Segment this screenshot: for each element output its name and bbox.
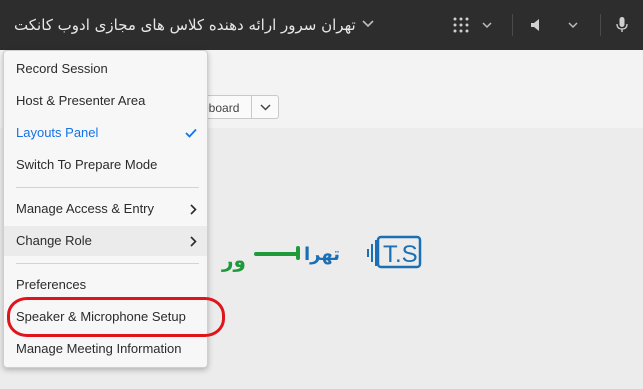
checkmark-icon (185, 118, 197, 148)
whiteboard-dropdown[interactable] (251, 95, 279, 119)
menu-item-manage-meeting-information[interactable]: Manage Meeting Information (4, 334, 207, 364)
menu-divider (16, 263, 199, 264)
speaker-icon[interactable] (528, 0, 546, 50)
meeting-header: تهران سرور ارائه دهنده کلاس های مجازی اد… (0, 0, 643, 50)
menu-item-host-presenter-area[interactable]: Host & Presenter Area (4, 86, 207, 116)
chevron-down-icon (259, 103, 271, 111)
svg-text:ور: ور (221, 248, 246, 272)
menu-item-label: Change Role (16, 233, 92, 248)
divider (600, 14, 601, 36)
menu-divider (16, 187, 199, 188)
menu-item-label: Preferences (16, 277, 87, 292)
logo-badge-text: T.S (383, 241, 418, 268)
chevron-right-icon (190, 194, 197, 224)
menu-item-label: Host & Presenter Area (16, 93, 146, 108)
grid-chevron-down-icon[interactable] (480, 0, 494, 50)
menu-item-label: Manage Access & Entry (16, 201, 155, 216)
menu-item-record-session[interactable]: Record Session (4, 54, 207, 84)
menu-item-label: Record Session (16, 61, 108, 76)
meeting-title[interactable]: تهران سرور ارائه دهنده کلاس های مجازی اد… (14, 0, 356, 50)
chevron-right-icon (190, 226, 197, 256)
microphone-icon[interactable] (614, 0, 630, 50)
grid-icon[interactable] (451, 0, 471, 50)
menu-item-layouts-panel[interactable]: Layouts Panel (4, 118, 207, 148)
speaker-chevron-down-icon[interactable] (566, 0, 580, 50)
menu-item-label: Manage Meeting Information (16, 341, 182, 356)
menu-item-switch-to-prepare-mode[interactable]: Switch To Prepare Mode (4, 150, 207, 180)
tehran-server-logo: ور تهرا T.S (220, 232, 425, 274)
menu-item-label: Switch To Prepare Mode (16, 157, 158, 172)
divider (512, 14, 513, 36)
chevron-down-icon[interactable] (362, 0, 374, 50)
menu-item-manage-access-entry[interactable]: Manage Access & Entry (4, 194, 207, 224)
svg-text:تهرا: تهرا (304, 244, 340, 265)
menu-item-label: Layouts Panel (16, 125, 99, 140)
annotation-highlight-oval (7, 297, 225, 337)
menu-item-preferences[interactable]: Preferences (4, 270, 207, 300)
menu-item-change-role[interactable]: Change Role (4, 226, 207, 256)
